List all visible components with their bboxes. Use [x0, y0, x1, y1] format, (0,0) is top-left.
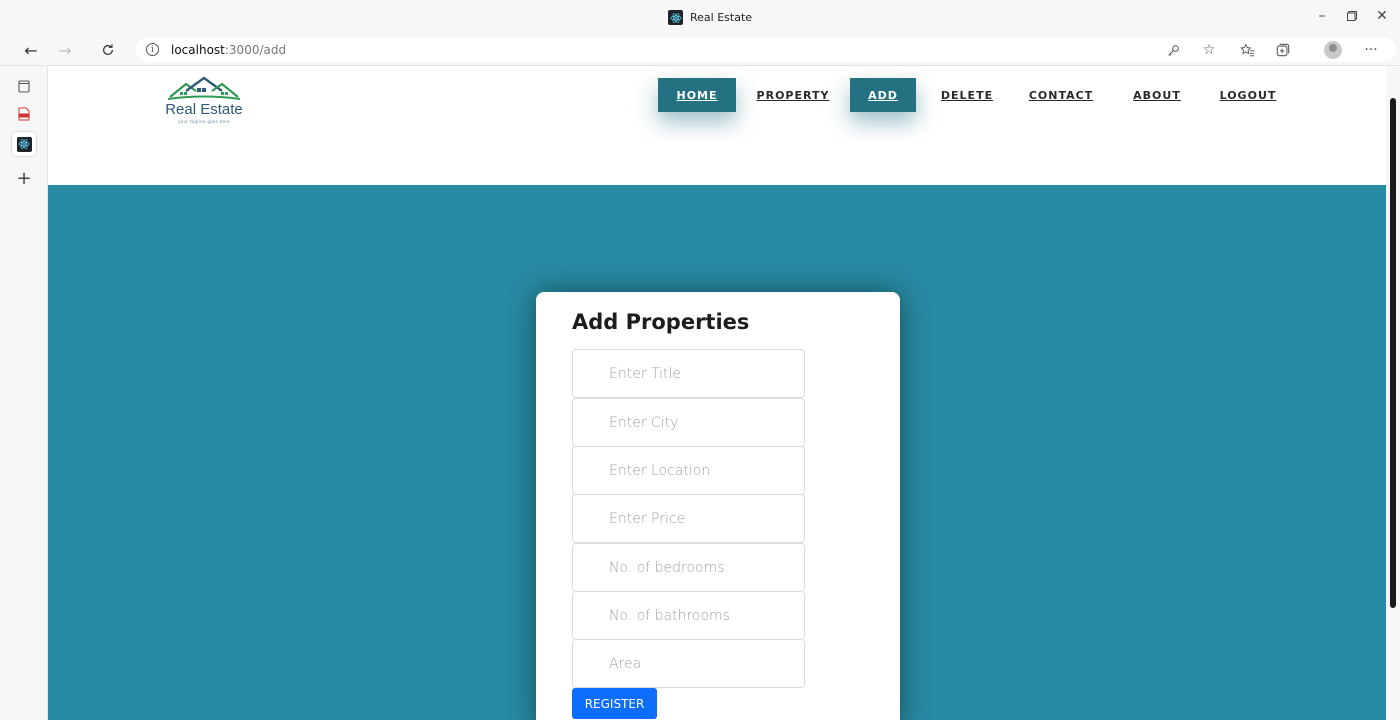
bathrooms-input[interactable] — [572, 591, 805, 640]
scrollbar-thumb[interactable] — [1390, 98, 1396, 608]
collections-icon[interactable] — [1272, 39, 1294, 61]
browser-sidebar: + — [0, 66, 48, 720]
tab-title: Real Estate — [690, 11, 753, 24]
nav-about[interactable]: ABOUT — [1130, 78, 1184, 112]
nav-delete[interactable]: DELETE — [936, 78, 998, 112]
avatar — [1324, 41, 1342, 59]
area-input[interactable] — [572, 639, 805, 688]
browser-titlebar: Real Estate – ✕ — [0, 0, 1400, 34]
info-icon[interactable]: i — [146, 43, 159, 56]
browser-toolbar: ← → i localhost:3000/add ☆ ··· — [0, 34, 1400, 66]
site-header: Real Estate your tagline goes here HOME … — [48, 66, 1386, 185]
form-title: Add Properties — [572, 310, 750, 334]
url-host: localhost — [171, 42, 225, 57]
profile-avatar-icon[interactable] — [1322, 39, 1344, 61]
title-input[interactable] — [572, 349, 805, 398]
react-icon — [16, 136, 32, 152]
arrow-left-icon[interactable]: ← — [20, 39, 42, 61]
bedrooms-input[interactable] — [572, 543, 805, 592]
logo[interactable]: Real Estate your tagline goes here — [142, 76, 266, 162]
browser-tab[interactable]: Real Estate — [668, 10, 752, 25]
location-input[interactable] — [572, 446, 805, 495]
city-input[interactable] — [572, 398, 805, 447]
register-button[interactable]: REGISTER — [572, 688, 657, 719]
nav-home[interactable]: HOME — [658, 78, 736, 112]
nav-logout[interactable]: LOGOUT — [1216, 78, 1280, 112]
tab-icon[interactable] — [12, 74, 36, 98]
logo-tagline: your tagline goes here — [178, 119, 230, 124]
nav-property[interactable]: PROPERTY — [756, 78, 830, 112]
maximize-icon[interactable] — [1340, 6, 1364, 26]
pdf-icon[interactable] — [12, 102, 36, 126]
url-path: :3000/add — [224, 42, 287, 57]
minimize-icon[interactable]: – — [1310, 6, 1334, 26]
key-icon[interactable] — [1162, 39, 1184, 61]
react-icon[interactable] — [12, 132, 36, 156]
logo-name: Real Estate — [165, 101, 243, 118]
refresh-icon[interactable] — [97, 39, 119, 61]
add-property-card: Add Properties REGISTER — [536, 292, 900, 720]
favorites-icon[interactable] — [1236, 39, 1258, 61]
more-icon[interactable]: ··· — [1360, 39, 1382, 61]
nav-add[interactable]: ADD — [850, 78, 916, 112]
plus-icon[interactable]: + — [12, 166, 36, 190]
price-input[interactable] — [572, 494, 805, 543]
star-plus-icon[interactable]: ☆ — [1198, 39, 1220, 61]
houses-logo-icon — [167, 76, 241, 100]
arrow-right-icon[interactable]: → — [54, 39, 76, 61]
nav-contact[interactable]: CONTACT — [1026, 78, 1096, 112]
close-icon[interactable]: ✕ — [1370, 6, 1394, 26]
react-icon — [668, 10, 683, 25]
